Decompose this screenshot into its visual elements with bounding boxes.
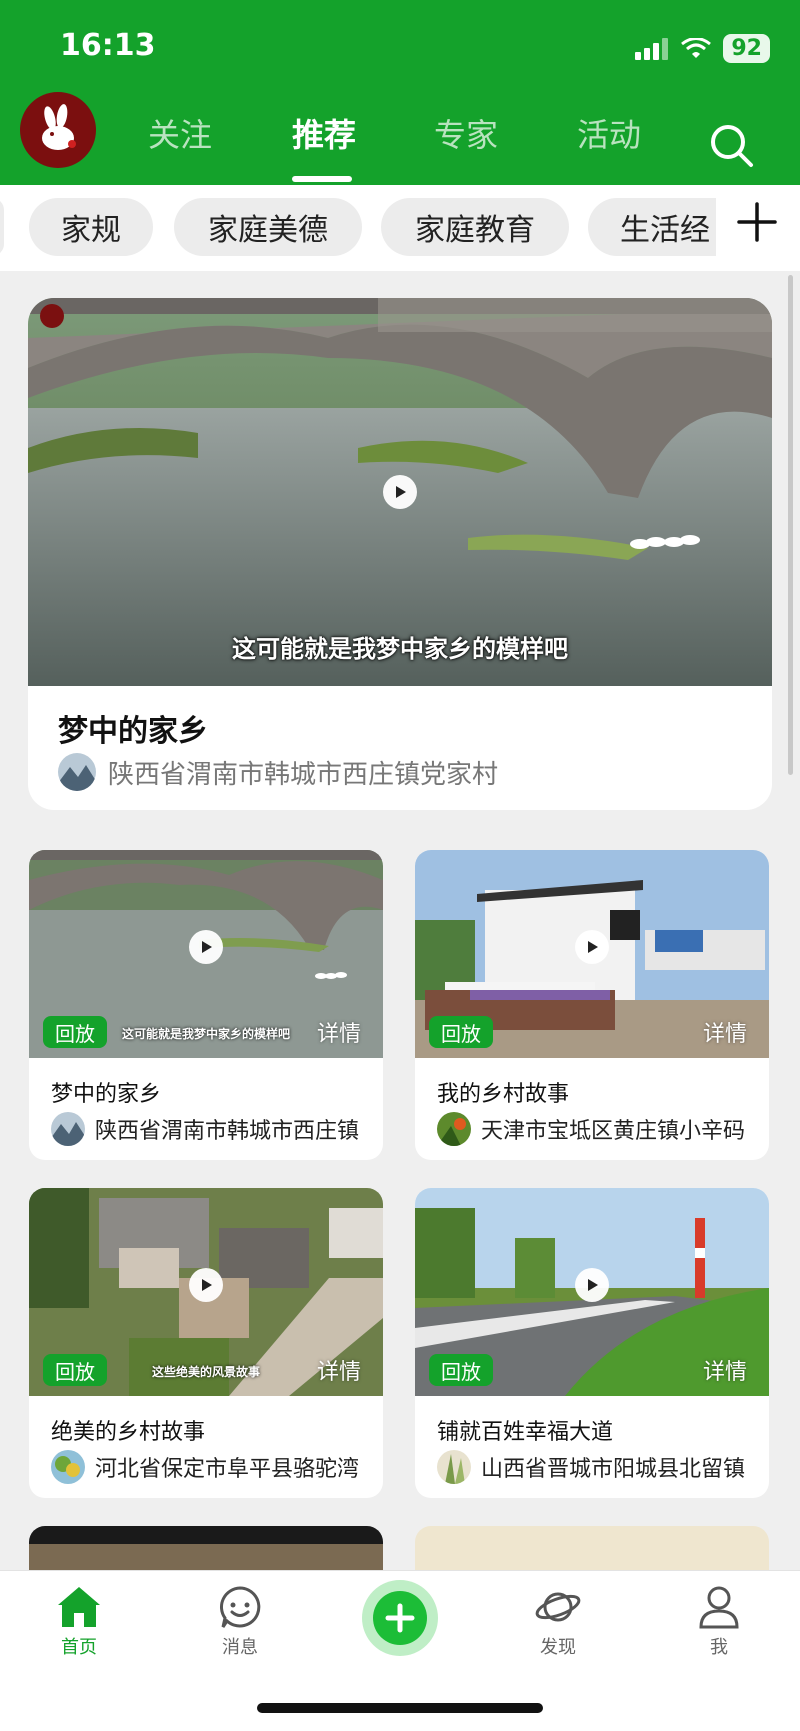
tab-experts[interactable]: 专家: [434, 110, 498, 156]
play-icon[interactable]: [575, 930, 609, 964]
scrollbar[interactable]: [788, 275, 793, 775]
play-icon[interactable]: [383, 475, 417, 509]
create-post-button[interactable]: [362, 1580, 438, 1656]
location-avatar: [437, 1450, 471, 1484]
location-avatar: [437, 1112, 471, 1146]
bottom-tab-messages[interactable]: 消息: [190, 1585, 290, 1659]
video-card[interactable]: 回放 详情 我的乡村故事 天津市宝坻区黄庄镇小辛码: [415, 850, 769, 1160]
video-thumbnail[interactable]: 这些绝美的风景故事 回放 详情: [29, 1188, 383, 1396]
location-text: 陕西省渭南市韩城市西庄镇党家村: [108, 759, 499, 790]
bottom-tab-label: 首页: [61, 1637, 97, 1658]
header: 16:13 92 关注 推荐 专家 活动: [0, 0, 800, 185]
bottom-tab-label: 我: [710, 1637, 728, 1658]
card-location: 陕西省渭南市韩城市西庄镇: [51, 1112, 381, 1146]
card-title[interactable]: 梦中的家乡: [51, 1076, 161, 1108]
location-text: 山西省晋城市阳城县北留镇: [481, 1457, 746, 1482]
category-chip[interactable]: 家规: [29, 198, 153, 256]
video-card[interactable]: 这些绝美的风景故事 回放 详情 绝美的乡村故事 河北省保定市阜平县骆驼湾: [29, 1188, 383, 1498]
card-location: 天津市宝坻区黄庄镇小辛码: [437, 1112, 767, 1146]
category-chip-partial[interactable]: [0, 198, 4, 256]
video-card-partial[interactable]: [415, 1526, 769, 1576]
bottom-tab-discover[interactable]: 发现: [508, 1585, 608, 1659]
card-location: 山西省晋城市阳城县北留镇: [437, 1450, 767, 1484]
video-card[interactable]: 回放 详情 铺就百姓幸福大道 山西省晋城市阳城县北留镇: [415, 1188, 769, 1498]
plus-icon: [385, 1603, 415, 1633]
detail-link[interactable]: 详情: [317, 1016, 361, 1048]
card-title[interactable]: 我的乡村故事: [437, 1076, 569, 1108]
video-thumbnail[interactable]: 回放 详情: [415, 850, 769, 1058]
card-location: 河北省保定市阜平县骆驼湾: [51, 1450, 381, 1484]
tab-recommend[interactable]: 推荐: [292, 110, 356, 156]
person-icon: [699, 1586, 739, 1629]
feature-location: 陕西省渭南市韩城市西庄镇党家村: [58, 753, 498, 791]
location-avatar: [58, 753, 96, 791]
video-caption: 这可能就是我梦中家乡的模样吧: [232, 635, 568, 663]
feature-video-card[interactable]: 这可能就是我梦中家乡的模样吧 梦中的家乡 陕西省渭南市韩城市西庄镇党家村: [28, 298, 772, 810]
status-time: 16:13: [60, 28, 156, 63]
replay-badge: 回放: [43, 1354, 107, 1386]
detail-link[interactable]: 详情: [317, 1354, 361, 1386]
feature-video-thumbnail[interactable]: 这可能就是我梦中家乡的模样吧: [28, 298, 772, 686]
video-thumbnail[interactable]: 这可能就是我梦中家乡的模样吧 回放 详情: [29, 850, 383, 1058]
planet-icon: [535, 1592, 581, 1622]
replay-badge: 回放: [429, 1016, 493, 1048]
location-text: 陕西省渭南市韩城市西庄镇: [95, 1119, 360, 1144]
replay-badge: 回放: [429, 1354, 493, 1386]
category-chip[interactable]: 生活经: [588, 198, 716, 256]
tab-activities[interactable]: 活动: [577, 110, 641, 156]
location-avatar: [51, 1450, 85, 1484]
bottom-tab-me[interactable]: 我: [669, 1585, 769, 1659]
play-icon[interactable]: [189, 930, 223, 964]
category-bar: 家规 家庭美德 家庭教育 生活经: [0, 185, 800, 271]
search-icon[interactable]: [708, 122, 754, 168]
detail-link[interactable]: 详情: [703, 1016, 747, 1048]
location-avatar: [51, 1112, 85, 1146]
video-card[interactable]: 这可能就是我梦中家乡的模样吧 回放 详情 梦中的家乡 陕西省渭南市韩城市西庄镇: [29, 850, 383, 1160]
feature-title[interactable]: 梦中的家乡: [58, 706, 208, 750]
bottom-tab-label: 消息: [222, 1637, 258, 1658]
bottom-tab-home[interactable]: 首页: [29, 1585, 129, 1659]
replay-badge: 回放: [43, 1016, 107, 1048]
bottom-tab-label: 发现: [540, 1637, 576, 1658]
home-indicator[interactable]: [257, 1703, 543, 1713]
location-text: 天津市宝坻区黄庄镇小辛码: [481, 1119, 746, 1144]
smile-icon: [220, 1586, 261, 1628]
video-card-partial[interactable]: [29, 1526, 383, 1576]
video-thumbnail[interactable]: 回放 详情: [415, 1188, 769, 1396]
app-screen: 16:13 92 关注 推荐 专家 活动 家规 家庭美德 家庭教育 生活经 这可…: [0, 0, 800, 1731]
add-category-icon[interactable]: [735, 200, 779, 244]
card-title[interactable]: 绝美的乡村故事: [51, 1414, 205, 1446]
wifi-icon: [681, 37, 712, 58]
signal-icon: [635, 37, 669, 60]
play-icon[interactable]: [575, 1268, 609, 1302]
category-chip[interactable]: 家庭美德: [174, 198, 362, 256]
status-icons: 92: [635, 34, 770, 63]
card-title[interactable]: 铺就百姓幸福大道: [437, 1414, 613, 1446]
detail-link[interactable]: 详情: [703, 1354, 747, 1386]
category-chip[interactable]: 家庭教育: [381, 198, 569, 256]
active-tab-indicator: [292, 176, 352, 182]
battery-indicator: 92: [723, 34, 770, 63]
top-tabs: 关注 推荐 专家 活动: [0, 110, 800, 180]
play-icon[interactable]: [189, 1268, 223, 1302]
tab-follow[interactable]: 关注: [148, 110, 212, 156]
location-text: 河北省保定市阜平县骆驼湾: [95, 1457, 360, 1482]
home-icon: [58, 1587, 100, 1627]
